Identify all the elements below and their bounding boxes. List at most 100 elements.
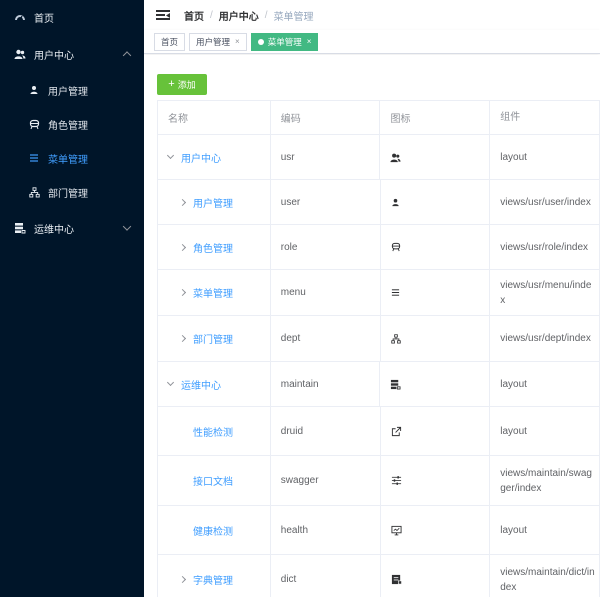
header-component[interactable]: 组件 — [490, 101, 600, 134]
menu-name-link[interactable]: 用户中心 — [181, 150, 221, 165]
cell-name: 接口文档 — [158, 456, 271, 505]
breadcrumb-current: 菜单管理 — [273, 11, 314, 23]
cell-icon — [381, 316, 491, 361]
add-button[interactable]: + 添加 — [157, 74, 207, 95]
sidebar-item-home[interactable]: 首页 — [0, 0, 144, 34]
sidebar-item-menus[interactable]: 菜单管理 — [0, 141, 144, 175]
sliders-icon — [391, 475, 402, 486]
sidebar-item-label: 菜单管理 — [48, 154, 88, 166]
expand-arrow-icon[interactable] — [178, 198, 187, 206]
sidebar-item-users[interactable]: 用户管理 — [0, 73, 144, 107]
main-content: + 添加 名称 编码 图标 组件 用户中心 usr layout 用户管理 user vi… — [144, 55, 600, 597]
table-row[interactable]: 接口文档 swagger views/maintain/swagger/index — [158, 456, 600, 506]
chevron-up-icon — [122, 51, 132, 60]
sidebar-item-departments[interactable]: 部门管理 — [0, 175, 144, 209]
sidebar-item-label: 用户中心 — [34, 50, 74, 62]
menu-list-icon — [391, 288, 400, 297]
table-row[interactable]: 健康检测 health layout — [158, 506, 600, 555]
cell-name: 用户管理 — [158, 180, 271, 224]
sidebar: 首页 用户中心 用户管理 角色管理 菜单管理 部门管理 运维中心 — [0, 0, 144, 597]
header-name[interactable]: 名称 — [158, 101, 271, 134]
external-link-icon — [391, 426, 402, 437]
menu-name-link[interactable]: 部门管理 — [193, 331, 233, 346]
sidebar-item-label: 运维中心 — [34, 224, 74, 236]
plus-icon: + — [168, 78, 175, 90]
dashboard-icon — [14, 11, 26, 23]
cell-component: layout — [490, 506, 600, 554]
table-header: 名称 编码 图标 组件 — [158, 101, 600, 135]
tag-label: 菜单管理 — [267, 36, 302, 47]
menu-name-link[interactable]: 运维中心 — [181, 377, 221, 392]
add-button-label: 添加 — [177, 80, 196, 90]
chevron-down-icon — [122, 222, 132, 231]
cell-component: layout — [490, 407, 600, 455]
menu-name-link[interactable]: 接口文档 — [193, 473, 233, 488]
cell-component: views/usr/dept/index — [490, 316, 600, 361]
sidebar-item-label: 首页 — [34, 13, 54, 25]
cell-component: views/maintain/swagger/index — [490, 456, 600, 505]
tags-view: 首页 用户管理 × 菜单管理 × — [144, 30, 600, 54]
table-row[interactable]: 部门管理 dept views/usr/dept/index — [158, 316, 600, 362]
hamburger-icon[interactable] — [156, 9, 170, 21]
cell-component: views/maintain/dict/index — [490, 555, 600, 597]
collapse-arrow-icon[interactable] — [166, 378, 175, 386]
cell-name: 用户中心 — [158, 135, 271, 179]
expand-arrow-icon[interactable] — [178, 334, 187, 343]
header-code[interactable]: 编码 — [271, 101, 381, 134]
close-icon[interactable]: × — [235, 37, 240, 46]
table-row[interactable]: 用户管理 user views/usr/user/index — [158, 180, 600, 225]
table-row[interactable]: 性能检测 druid layout — [158, 407, 600, 456]
cell-icon — [381, 506, 491, 554]
table-row[interactable]: 角色管理 role views/usr/role/index — [158, 225, 600, 270]
tree-icon — [390, 333, 401, 344]
dictionary-icon — [391, 574, 402, 585]
cell-icon — [381, 555, 491, 597]
menu-name-link[interactable]: 性能检测 — [193, 424, 233, 439]
role-icon — [28, 118, 40, 130]
breadcrumb-user-center[interactable]: 用户中心 — [219, 8, 259, 23]
expand-arrow-icon[interactable] — [178, 575, 187, 584]
menu-name-link[interactable]: 角色管理 — [193, 240, 233, 255]
sidebar-item-label: 部门管理 — [48, 188, 88, 200]
breadcrumb-home[interactable]: 首页 — [184, 8, 204, 23]
cell-code: dict — [271, 555, 381, 597]
cell-name: 性能检测 — [158, 407, 271, 455]
tag-label: 用户管理 — [196, 36, 231, 47]
sidebar-item-label: 角色管理 — [48, 120, 88, 132]
tree-icon — [28, 186, 40, 198]
tag-user-management[interactable]: 用户管理 × — [189, 32, 247, 51]
close-icon[interactable]: × — [307, 37, 312, 46]
cell-code: role — [271, 225, 381, 269]
sidebar-item-roles[interactable]: 角色管理 — [0, 107, 144, 141]
menu-name-link[interactable]: 用户管理 — [193, 195, 233, 210]
tag-label: 首页 — [161, 36, 179, 47]
sidebar-item-user-center[interactable]: 用户中心 — [0, 37, 144, 71]
table-row[interactable]: 菜单管理 menu views/usr/menu/index — [158, 270, 600, 316]
monitor-icon — [390, 525, 402, 536]
collapse-arrow-icon[interactable] — [166, 151, 175, 159]
menu-name-link[interactable]: 菜单管理 — [193, 285, 233, 300]
menu-name-link[interactable]: 字典管理 — [193, 572, 233, 587]
server-icon — [14, 222, 26, 234]
header-icon[interactable]: 图标 — [380, 101, 491, 134]
cell-code: maintain — [271, 362, 381, 406]
expand-arrow-icon[interactable] — [178, 243, 187, 251]
cell-component: layout — [490, 362, 600, 406]
role-icon — [391, 242, 401, 252]
table-row[interactable]: 字典管理 dict views/maintain/dict/index — [158, 555, 600, 597]
cell-name: 部门管理 — [158, 316, 271, 361]
user-icon — [391, 198, 400, 207]
menu-name-link[interactable]: 健康检测 — [193, 523, 233, 538]
expand-arrow-icon[interactable] — [178, 288, 187, 297]
sidebar-item-ops-center[interactable]: 运维中心 — [0, 211, 144, 245]
tag-home[interactable]: 首页 — [154, 32, 186, 51]
table-row[interactable]: 用户中心 usr layout — [158, 135, 600, 180]
cell-code: health — [271, 506, 381, 554]
table-row[interactable]: 运维中心 maintain layout — [158, 362, 600, 407]
cell-name: 角色管理 — [158, 225, 271, 269]
cell-icon — [381, 407, 491, 455]
cell-icon — [381, 270, 491, 315]
peoples-icon — [390, 152, 402, 163]
peoples-icon — [14, 48, 26, 60]
tag-menu-management[interactable]: 菜单管理 × — [250, 32, 319, 51]
